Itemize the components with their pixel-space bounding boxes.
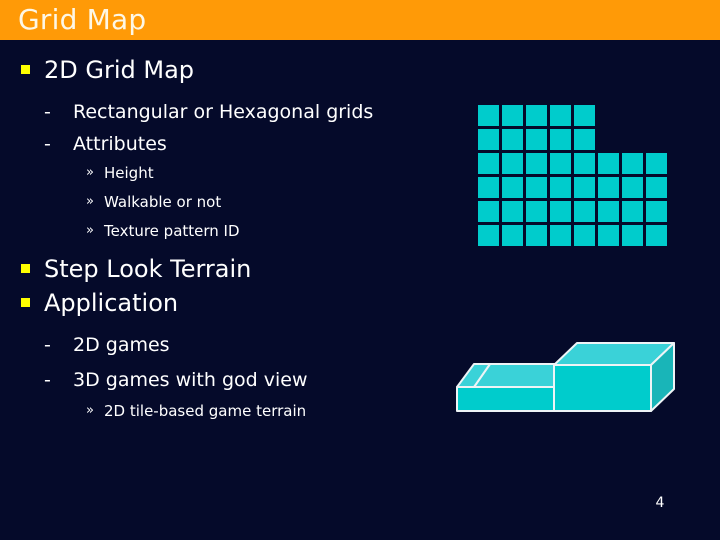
grid-tile [574, 129, 595, 150]
grid-tile [478, 201, 499, 222]
outline-body: 2D Grid Map - Rectangular or Hexagonal gri… [0, 40, 470, 500]
bullet-dash-marker: - [44, 334, 51, 356]
bullet-dash-marker: - [44, 133, 51, 155]
grid-tile [526, 129, 547, 150]
grid-tile [550, 153, 571, 174]
grid-tile [526, 225, 547, 246]
grid-tile [526, 177, 547, 198]
bullet-square-marker [21, 298, 30, 307]
grid-tile [550, 177, 571, 198]
outline-item-level-3: Walkable or not [104, 193, 222, 211]
grid-tile [526, 105, 547, 126]
grid-tile [598, 225, 619, 246]
grid-tile [478, 105, 499, 126]
grid-tile [550, 225, 571, 246]
page-title: Grid Map [18, 3, 147, 36]
bullet-guillemet-marker: » [86, 165, 94, 180]
grid-figure [478, 105, 678, 255]
grid-tile [550, 129, 571, 150]
outline-item-level-3: 2D tile-based game terrain [104, 402, 307, 420]
step-blocks-figure [450, 335, 685, 420]
grid-tile [598, 153, 619, 174]
bullet-guillemet-marker: » [86, 403, 94, 418]
grid-tile [622, 225, 643, 246]
high-block-front-face [553, 364, 652, 412]
grid-tile [502, 105, 523, 126]
grid-tile [478, 129, 499, 150]
grid-tile [526, 153, 547, 174]
grid-tile [502, 201, 523, 222]
bullet-dash-marker: - [44, 101, 51, 123]
bullet-dash-marker: - [44, 369, 51, 391]
grid-tile [502, 153, 523, 174]
bullet-square-marker [21, 264, 30, 273]
grid-tile [574, 225, 595, 246]
grid-tile [574, 153, 595, 174]
grid-tile [598, 177, 619, 198]
outline-item-level-2: 3D games with god view [73, 369, 308, 391]
page-number: 4 [655, 495, 665, 511]
grid-tile [502, 177, 523, 198]
grid-tile [622, 201, 643, 222]
outline-item-level-2: Attributes [73, 133, 167, 155]
grid-tile [478, 177, 499, 198]
outline-item-level-2: Rectangular or Hexagonal grids [73, 101, 374, 123]
outline-item-level-1: Step Look Terrain [44, 255, 252, 283]
outline-item-level-2: 2D games [73, 334, 170, 356]
low-block-front-face [456, 386, 555, 412]
grid-tile [646, 177, 667, 198]
grid-tile [478, 225, 499, 246]
outline-item-level-1: 2D Grid Map [44, 56, 195, 84]
grid-tile [550, 105, 571, 126]
bullet-guillemet-marker: » [86, 194, 94, 209]
title-bar: Grid Map [0, 0, 720, 40]
grid-tile [574, 105, 595, 126]
bullet-square-marker [21, 65, 30, 74]
grid-tile [622, 153, 643, 174]
grid-tile [550, 201, 571, 222]
grid-tile [598, 201, 619, 222]
grid-tile [574, 177, 595, 198]
slide: Grid Map 2D Grid Map - Rectangular or Hexa… [0, 0, 720, 540]
grid-tile [478, 153, 499, 174]
grid-tile [646, 153, 667, 174]
grid-tile [646, 225, 667, 246]
grid-tile [622, 177, 643, 198]
bullet-guillemet-marker: » [86, 223, 94, 238]
outline-item-level-3: Texture pattern ID [104, 222, 240, 240]
grid-tile [526, 201, 547, 222]
grid-tile [646, 201, 667, 222]
grid-tile [502, 129, 523, 150]
outline-item-level-1: Application [44, 289, 179, 317]
step-blocks-svg [456, 342, 675, 412]
grid-tile [574, 201, 595, 222]
outline-item-level-3: Height [104, 164, 154, 182]
grid-tile [502, 225, 523, 246]
